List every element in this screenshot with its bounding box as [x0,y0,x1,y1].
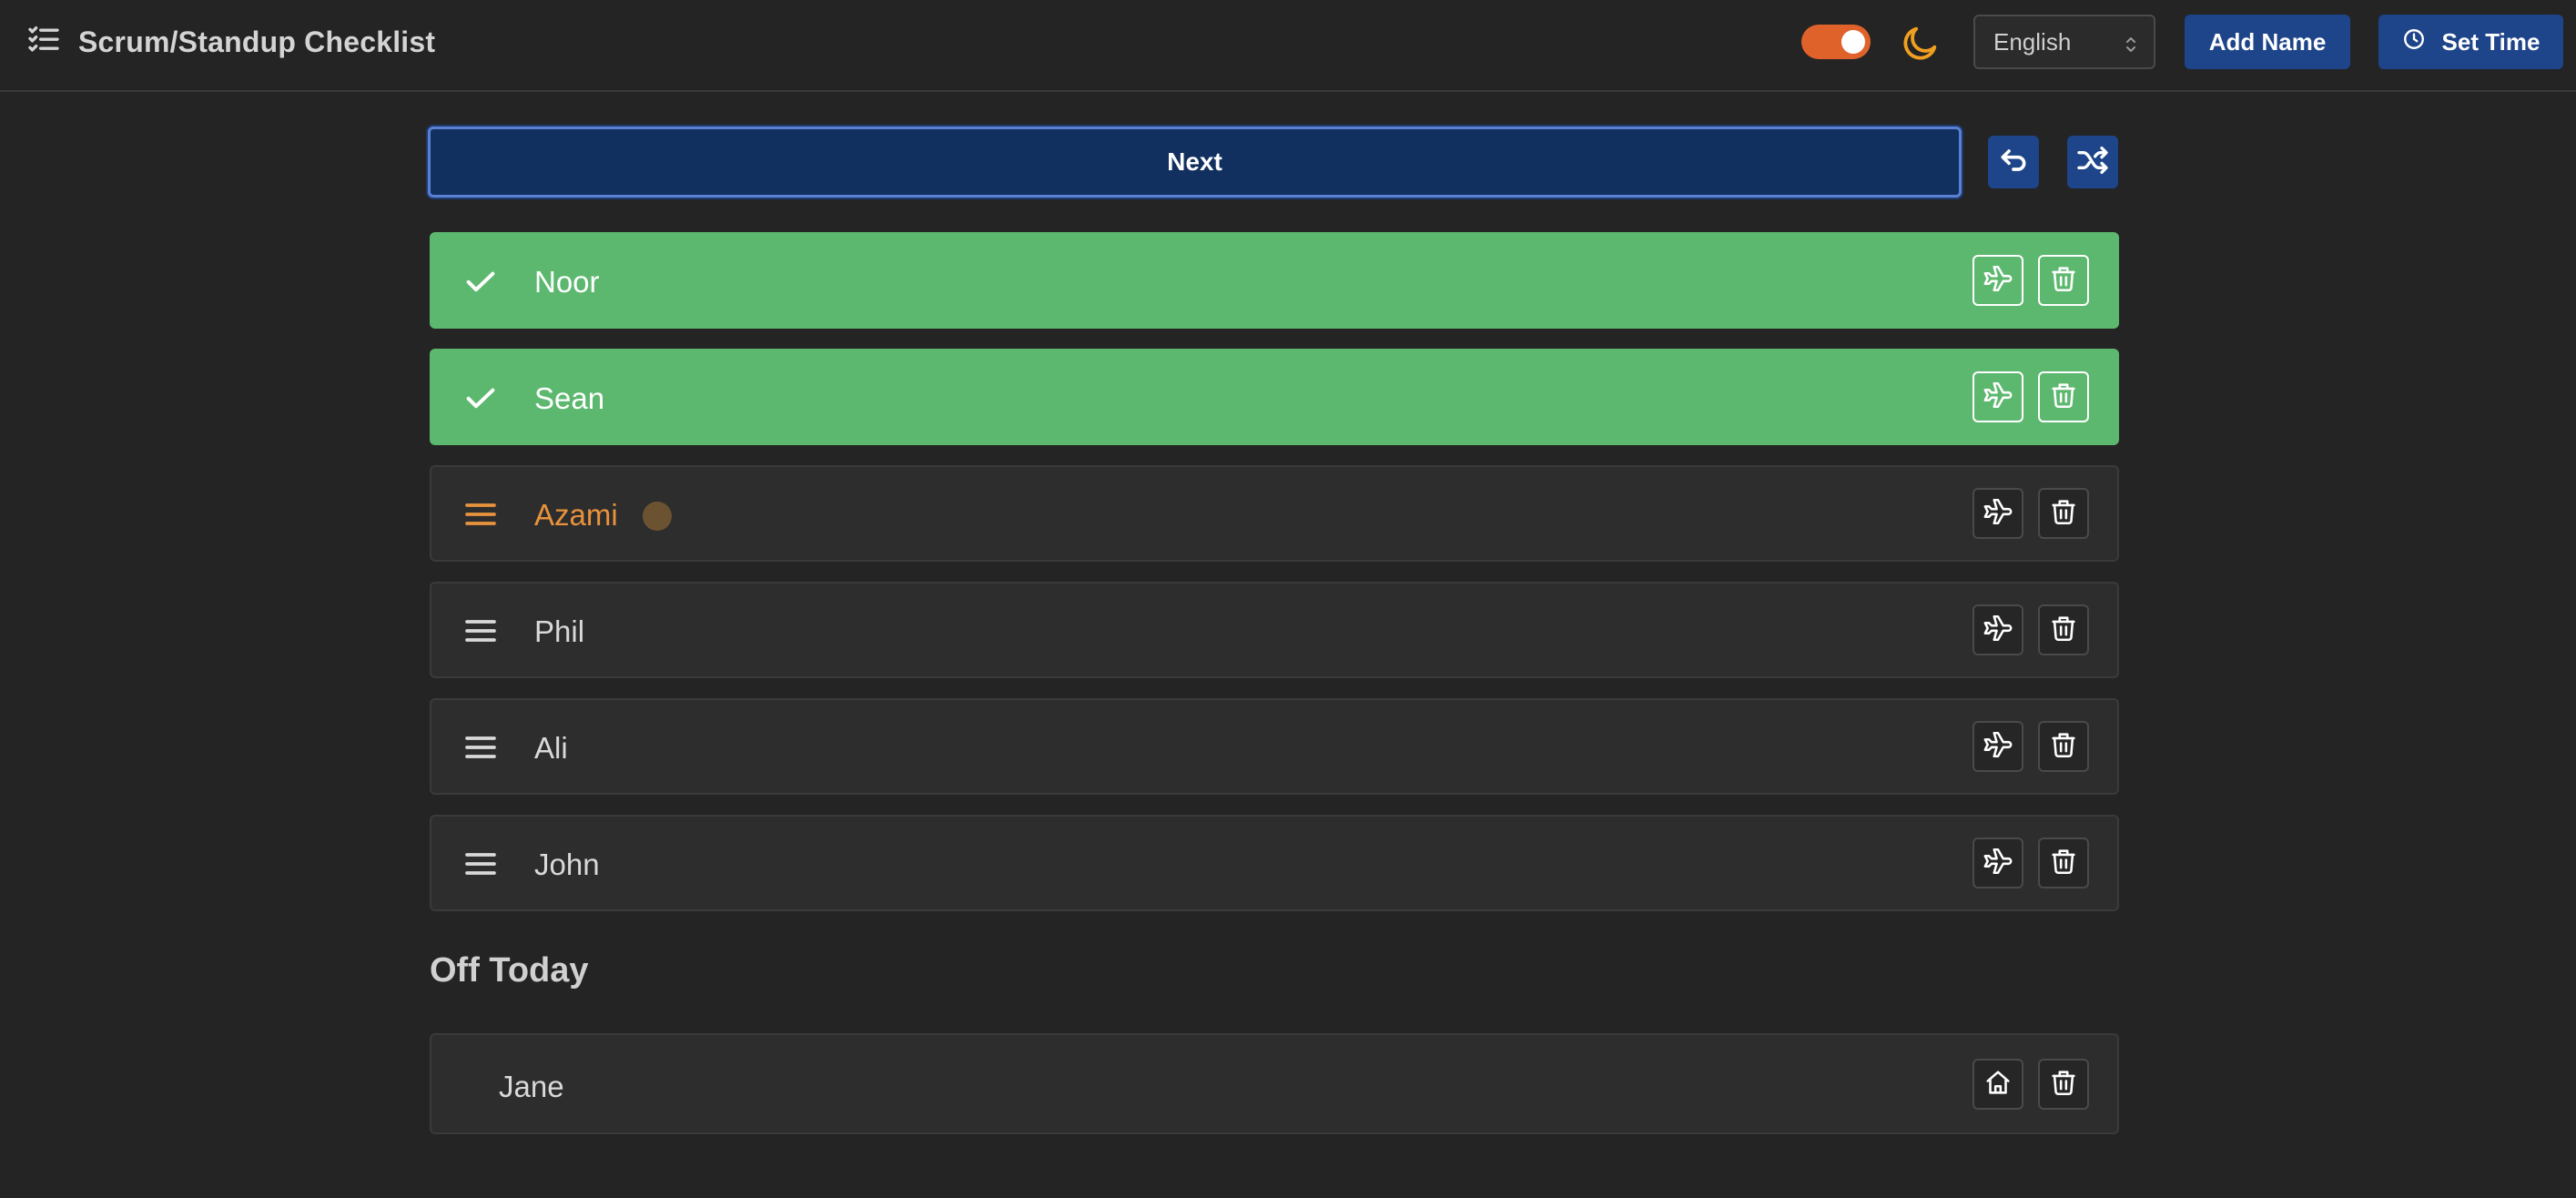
trash-icon [2048,1067,2079,1102]
delete-button[interactable] [2038,721,2089,772]
mark-off-button[interactable] [1973,838,2023,888]
check-icon [462,380,499,416]
drag-handle-icon[interactable] [462,496,499,533]
check-icon [462,263,499,300]
member-row-azami[interactable]: Azami [430,465,2119,562]
mark-off-button[interactable] [1973,255,2023,306]
member-name: Phil [534,614,585,648]
member-name: Noor [534,265,600,299]
plane-icon [1983,263,2013,299]
member-row-phil[interactable]: Phil [430,582,2119,678]
shuffle-button[interactable] [2067,136,2118,188]
language-select[interactable]: English [1973,15,2155,69]
plane-icon [1983,846,2013,881]
theme-toggle[interactable] [1801,25,1871,59]
select-arrows-icon [2125,33,2137,53]
member-name: Sean [534,381,605,415]
next-label: Next [1167,147,1222,176]
plane-icon [1983,380,2013,415]
add-name-label: Add Name [2208,27,2327,56]
trash-icon [2048,496,2079,532]
member-row-noor[interactable]: Noor [430,232,2119,329]
member-name: John [534,848,600,881]
delete-button[interactable] [2038,604,2089,655]
mark-off-button[interactable] [1973,604,2023,655]
member-name: Jane [499,1070,564,1103]
off-member-row-jane[interactable]: Jane [430,1033,2119,1134]
member-row-john[interactable]: John [430,815,2119,911]
trash-icon [2048,846,2079,881]
plane-icon [1983,613,2013,648]
drag-handle-icon[interactable] [462,846,499,882]
member-row-sean[interactable]: Sean [430,349,2119,445]
brand: Scrum/Standup Checklist [25,22,435,63]
delete-button[interactable] [2038,255,2089,306]
app-title: Scrum/Standup Checklist [78,25,436,58]
delete-button[interactable] [2038,1059,2089,1110]
trash-icon [2048,729,2079,765]
drag-handle-icon[interactable] [462,613,499,649]
mark-off-button[interactable] [1973,721,2023,772]
plane-icon [1983,496,2013,532]
home-icon [1983,1067,2013,1102]
trash-icon [2048,380,2079,415]
shuffle-icon [2074,142,2111,183]
return-button[interactable] [1973,1059,2023,1110]
clock-icon [2402,27,2426,57]
set-time-label: Set Time [2441,27,2541,56]
moon-icon[interactable] [1900,22,1942,64]
off-today-heading: Off Today [430,951,589,990]
next-button[interactable]: Next [428,127,1962,198]
mark-off-button[interactable] [1973,488,2023,539]
checklist-icon [25,22,62,63]
undo-icon [1995,142,2032,183]
undo-button[interactable] [1988,136,2039,188]
language-value: English [1993,27,2072,56]
delete-button[interactable] [2038,371,2089,422]
member-name: Azami [534,498,618,532]
toggle-knob [1841,30,1865,54]
trash-icon [2048,613,2079,648]
member-row-ali[interactable]: Ali [430,698,2119,795]
plane-icon [1983,729,2013,765]
delete-button[interactable] [2038,488,2089,539]
drag-handle-icon[interactable] [462,729,499,766]
current-speaker-indicator [643,502,672,531]
mark-off-button[interactable] [1973,371,2023,422]
delete-button[interactable] [2038,838,2089,888]
member-name: Ali [534,731,568,765]
trash-icon [2048,263,2079,299]
top-bar: Scrum/Standup Checklist English Add Name… [0,0,2576,92]
add-name-button[interactable]: Add Name [2185,15,2350,69]
set-time-button[interactable]: Set Time [2378,15,2563,69]
